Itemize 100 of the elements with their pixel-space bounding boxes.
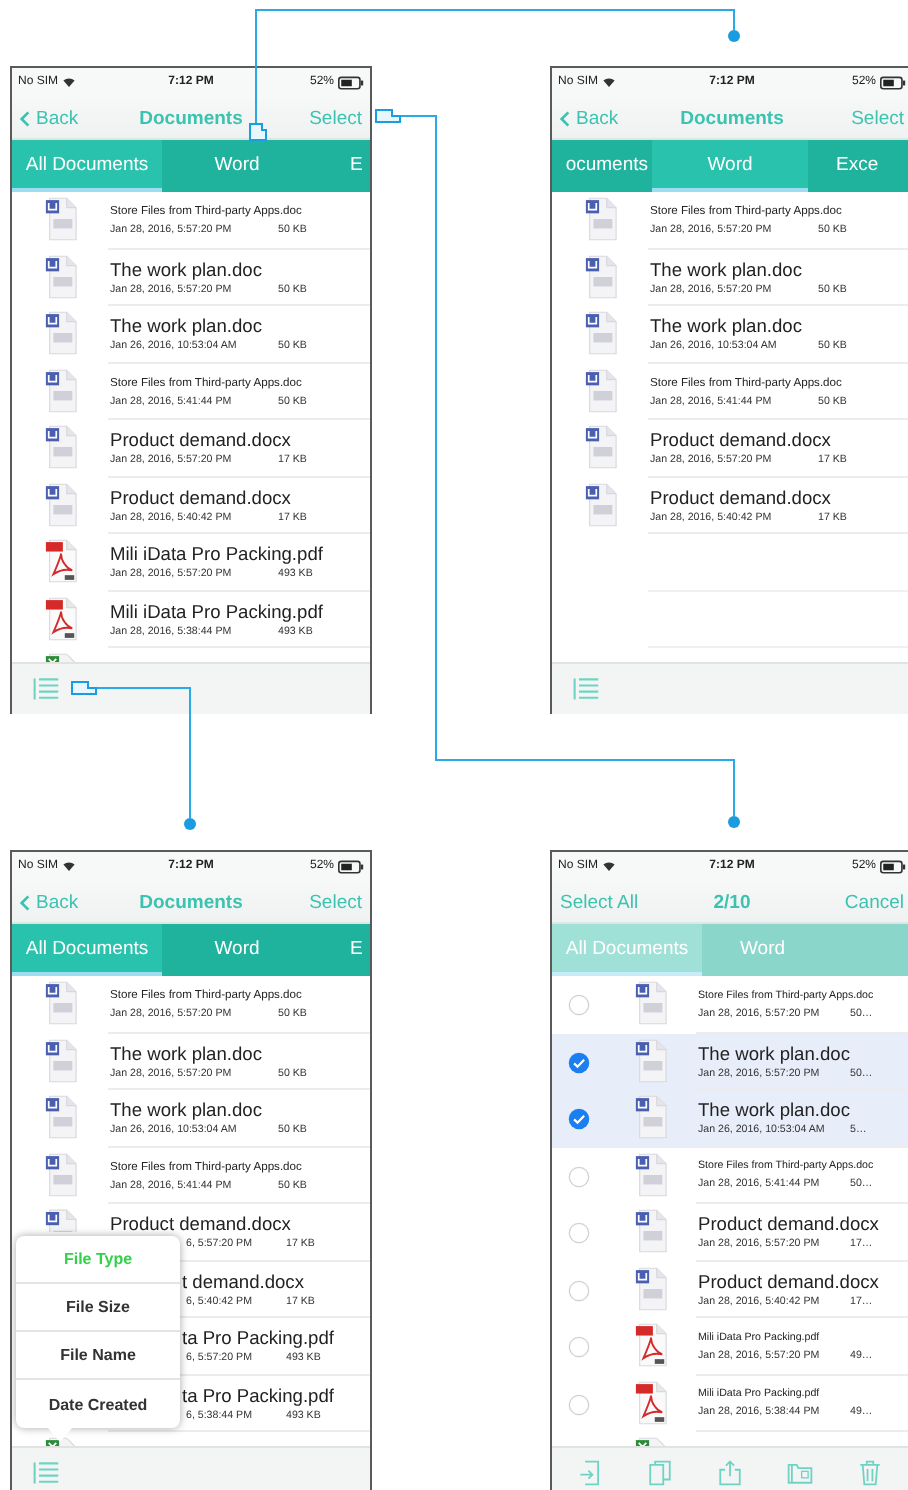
file-name: The work plan.doc xyxy=(650,259,804,281)
back-button[interactable]: Back xyxy=(558,107,621,130)
word-document-icon xyxy=(633,1208,667,1255)
wifi-icon xyxy=(62,76,77,89)
file-name: Product demand.docx xyxy=(698,1214,881,1236)
back-button[interactable]: Back xyxy=(18,107,81,130)
category-tab[interactable]: E xyxy=(312,924,370,977)
selection-checkbox[interactable] xyxy=(567,994,589,1017)
word-document-icon xyxy=(633,1094,667,1141)
select-button[interactable]: Select xyxy=(307,107,364,130)
file-name: Mili iData Pro Packing.pdf xyxy=(110,601,325,623)
file-name: The work plan.doc xyxy=(650,316,804,338)
word-document-icon xyxy=(43,367,77,414)
selection-checkbox[interactable] xyxy=(567,1279,589,1302)
selection-checkbox[interactable] xyxy=(567,1051,589,1074)
word-document-icon xyxy=(43,1208,77,1233)
category-tab[interactable]: All Documents xyxy=(12,924,162,977)
word-document-icon xyxy=(633,980,667,1027)
word-document-icon xyxy=(583,367,617,414)
category-tab[interactable]: Word xyxy=(702,924,908,977)
word-document-icon xyxy=(43,1151,77,1198)
nav-title: Documents xyxy=(139,107,243,130)
selection-checkbox[interactable] xyxy=(567,1393,589,1416)
sort-list-icon[interactable] xyxy=(32,676,60,703)
word-document-icon xyxy=(633,1151,667,1198)
word-document-icon xyxy=(583,481,617,528)
file-name: The work plan.doc xyxy=(110,1043,264,1065)
selection-checkbox[interactable] xyxy=(567,1108,589,1131)
battery-icon xyxy=(880,859,906,874)
file-name: The work plan.doc xyxy=(698,1043,852,1065)
file-name: The work plan.doc xyxy=(110,316,264,338)
word-document-icon xyxy=(43,310,77,357)
selection-checkbox[interactable] xyxy=(567,1222,589,1245)
battery-icon xyxy=(880,75,906,90)
file-name: Product demand.docx xyxy=(650,487,833,509)
selection-checkbox[interactable] xyxy=(567,1336,589,1359)
word-document-icon xyxy=(633,1037,667,1084)
word-document-icon xyxy=(633,1265,667,1312)
file-name: Product demand.docx xyxy=(110,487,293,509)
file-name: t demand.docx xyxy=(182,1271,306,1293)
word-document-icon xyxy=(583,424,617,471)
file-name: The work plan.doc xyxy=(698,1100,852,1122)
copy-icon[interactable] xyxy=(646,1460,674,1487)
chevron-left-icon xyxy=(20,893,30,912)
select-button[interactable]: Select xyxy=(307,891,364,914)
word-document-icon xyxy=(43,1094,77,1141)
word-document-icon xyxy=(583,196,617,243)
pdf-document-icon xyxy=(43,538,77,585)
share-icon[interactable] xyxy=(716,1460,744,1487)
word-document-icon xyxy=(43,1037,77,1084)
word-document-icon xyxy=(583,310,617,357)
folder-icon[interactable] xyxy=(786,1460,814,1487)
trash-icon[interactable] xyxy=(856,1460,884,1487)
category-tab[interactable]: E xyxy=(312,140,370,193)
back-button[interactable]: Back xyxy=(18,891,81,914)
nav-title: Documents xyxy=(139,891,243,914)
select-all-button[interactable]: Select All xyxy=(558,891,641,914)
pdf-document-icon xyxy=(633,1322,667,1369)
category-tab[interactable]: Word xyxy=(162,924,312,977)
document-arrow-icon[interactable] xyxy=(576,1460,604,1487)
file-name: ta Pro Packing.pdf xyxy=(182,1328,336,1350)
wifi-icon xyxy=(602,76,617,89)
chevron-left-icon xyxy=(560,109,570,128)
pdf-document-icon xyxy=(43,595,77,642)
file-name: Product demand.docx xyxy=(698,1271,881,1293)
wifi-icon xyxy=(62,860,77,873)
file-name: The work plan.doc xyxy=(110,1100,264,1122)
category-tab[interactable]: Exce xyxy=(808,140,908,193)
sort-option[interactable]: File Size xyxy=(16,1284,180,1332)
category-tab[interactable]: All Documents xyxy=(12,140,162,193)
sort-option[interactable]: File Type xyxy=(16,1236,180,1284)
sort-option[interactable]: File Name xyxy=(16,1332,180,1380)
battery-icon xyxy=(338,859,364,874)
selection-checkbox[interactable] xyxy=(567,1165,589,1188)
word-document-icon xyxy=(43,481,77,528)
word-document-icon xyxy=(43,253,77,300)
cancel-button[interactable]: Cancel xyxy=(842,891,906,914)
select-button[interactable]: Select xyxy=(849,107,906,130)
sort-list-icon[interactable] xyxy=(32,1460,60,1487)
sort-list-icon[interactable] xyxy=(572,676,600,703)
word-document-icon xyxy=(43,196,77,243)
sort-option[interactable]: Date Created xyxy=(16,1380,180,1428)
wifi-icon xyxy=(602,860,617,873)
nav-title: Documents xyxy=(680,107,784,130)
file-name: Mili iData Pro Packing.pdf xyxy=(110,544,325,566)
file-name: Product demand.docx xyxy=(110,1214,293,1236)
category-tab[interactable]: Word xyxy=(162,140,312,193)
category-tab[interactable]: ocuments xyxy=(552,140,652,193)
category-tab[interactable]: All Documents xyxy=(552,924,702,977)
pdf-document-icon xyxy=(633,1379,667,1426)
connector-line xyxy=(95,687,196,830)
word-document-icon xyxy=(583,253,617,300)
word-document-icon xyxy=(43,980,77,1027)
word-document-icon xyxy=(43,424,77,471)
category-tab[interactable]: Word xyxy=(652,140,808,193)
chevron-left-icon xyxy=(20,109,30,128)
file-name: Product demand.docx xyxy=(110,430,293,452)
battery-icon xyxy=(338,75,364,90)
file-name: Product demand.docx xyxy=(650,430,833,452)
file-name: The work plan.doc xyxy=(110,259,264,281)
